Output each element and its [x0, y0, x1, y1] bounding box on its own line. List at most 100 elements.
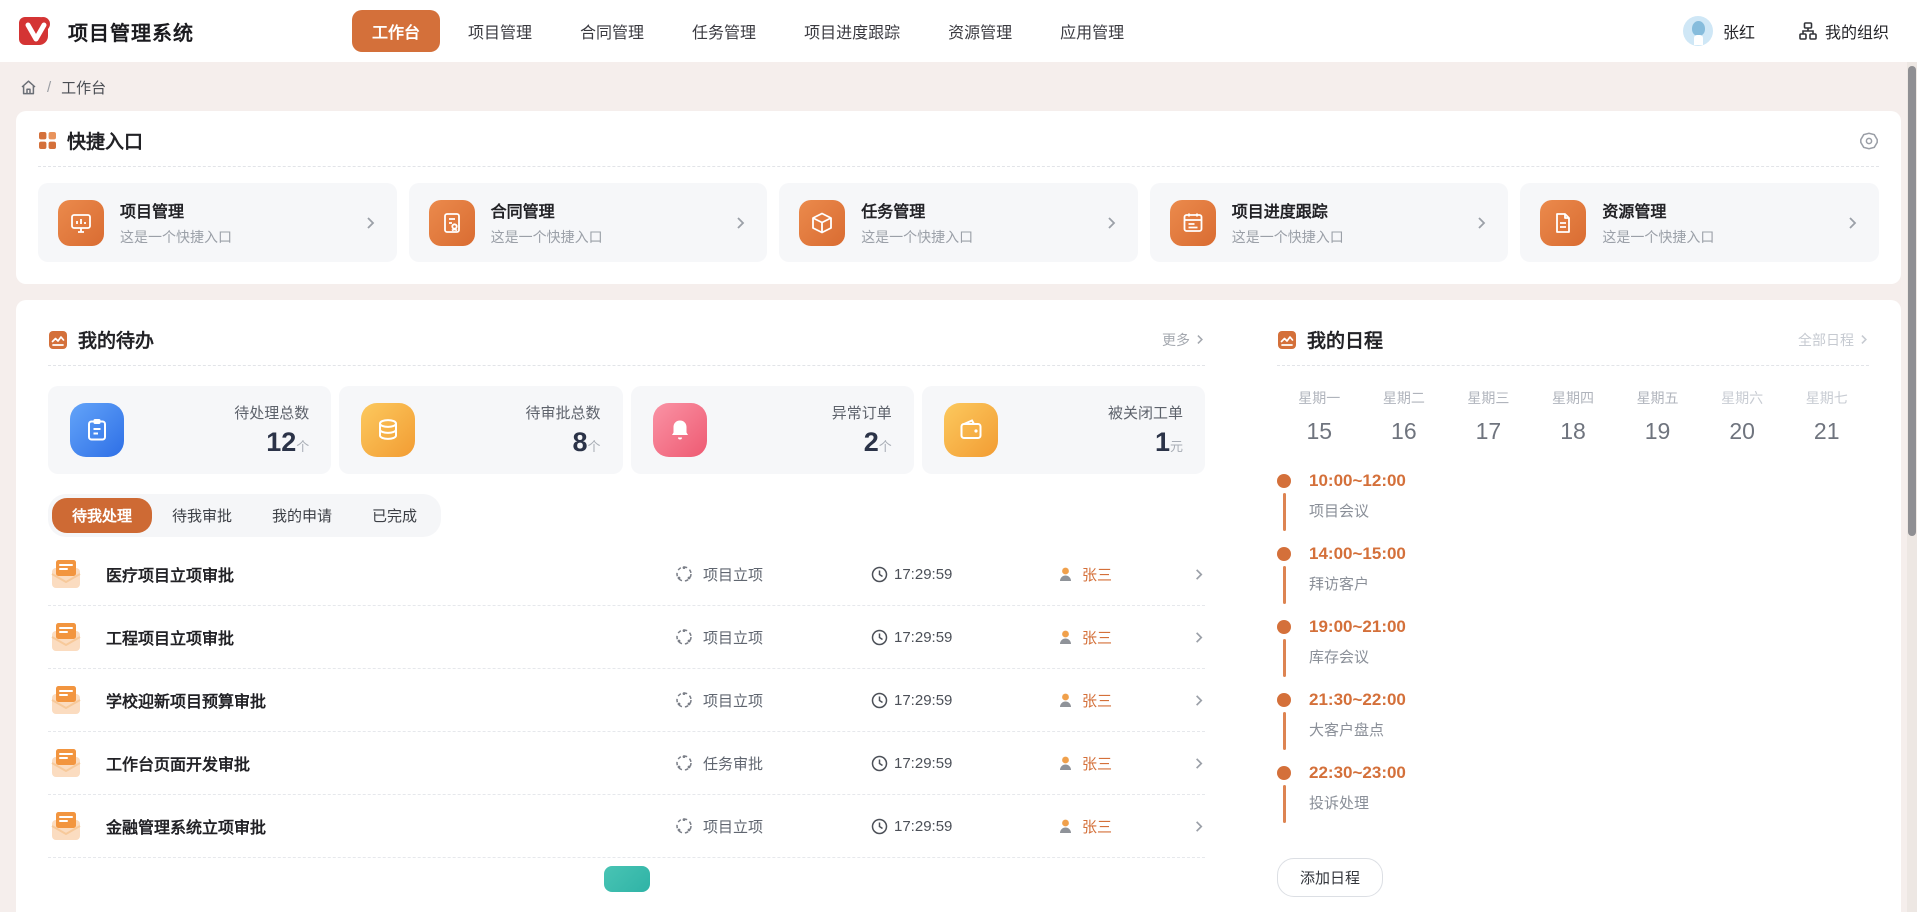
quick-entry-resource[interactable]: 资源管理 这是一个快捷入口	[1520, 183, 1879, 262]
todo-section-icon	[48, 330, 68, 350]
tab-completed[interactable]: 已完成	[352, 498, 437, 533]
todo-item-assignee[interactable]: 张三	[1082, 690, 1112, 711]
todo-tabs: 待我处理 待我审批 我的申请 已完成	[48, 494, 442, 537]
stat-abnormal-orders[interactable]: 异常订单 2个	[630, 386, 914, 474]
week-col[interactable]: 星期四 18	[1531, 388, 1616, 445]
week-col[interactable]: 星期一 15	[1277, 388, 1362, 445]
todo-item-time: 17:29:59	[894, 754, 953, 772]
schedule-events: 10:00~12:00 项目会议 14:00~15:00 拜访客户 19:00~…	[1277, 471, 1869, 823]
monitor-chart-icon	[58, 199, 104, 246]
schedule-event[interactable]: 22:30~23:00 投诉处理	[1277, 763, 1869, 823]
todo-item-time: 17:29:59	[894, 691, 953, 709]
vertical-scrollbar[interactable]	[1907, 62, 1917, 912]
week-col[interactable]: 星期五 19	[1615, 388, 1700, 445]
quick-entry-progress[interactable]: 项目进度跟踪 这是一个快捷入口	[1149, 183, 1509, 262]
chevron-right-icon[interactable]	[1175, 568, 1205, 581]
todo-item-time: 17:29:59	[894, 817, 953, 835]
nav-item-project[interactable]: 项目管理	[448, 10, 552, 52]
todo-row[interactable]: 医疗项目立项审批 项目立项 17:29:59 张三	[48, 543, 1205, 606]
clipboard-icon	[70, 403, 124, 457]
todo-item-title: 工程项目立项审批	[106, 631, 235, 648]
event-name: 大客户盘点	[1309, 722, 1385, 739]
todo-item-category: 项目立项	[703, 818, 764, 836]
quick-entry-contract[interactable]: 合同管理 这是一个快捷入口	[408, 183, 768, 262]
todo-row[interactable]: 工程项目立项审批 项目立项 17:29:59 张三	[48, 606, 1205, 669]
chevron-right-icon[interactable]	[1175, 757, 1205, 770]
chevron-right-icon	[363, 216, 377, 230]
todo-item-category: 项目立项	[703, 692, 764, 710]
event-dot	[1277, 474, 1291, 488]
all-schedule-link[interactable]: 全部日程	[1798, 330, 1869, 350]
pagination-button[interactable]	[603, 866, 650, 892]
scrollbar-thumb[interactable]	[1908, 66, 1916, 536]
schedule-event[interactable]: 19:00~21:00 库存会议	[1277, 617, 1869, 677]
todo-item-assignee[interactable]: 张三	[1082, 564, 1112, 585]
week-col[interactable]: 星期七 21	[1784, 388, 1869, 445]
chevron-right-icon[interactable]	[1175, 694, 1205, 707]
breadcrumb-separator: /	[47, 79, 52, 96]
todo-row[interactable]: 工作台页面开发审批 任务审批 17:29:59 张三	[48, 732, 1205, 795]
quick-item-subtitle: 这是一个快捷入口	[1602, 229, 1715, 245]
category-icon	[675, 565, 693, 583]
tab-my-applications[interactable]: 我的申请	[252, 498, 352, 533]
my-schedule-section: 我的日程 全部日程 星期一 15 星期二 16 星期三 17 星期四 18 星期五 19 …	[1277, 326, 1869, 912]
event-rail-line	[1282, 639, 1286, 677]
main-nav: 工作台 项目管理 合同管理 任务管理 项目进度跟踪 资源管理 应用管理	[352, 10, 1144, 52]
document-icon	[1540, 199, 1587, 246]
stat-value: 8个	[572, 427, 601, 457]
nav-item-task[interactable]: 任务管理	[672, 10, 776, 52]
quick-entry-settings-button[interactable]	[1859, 131, 1879, 151]
nav-item-contract[interactable]: 合同管理	[560, 10, 664, 52]
quick-item-title: 项目管理	[120, 204, 185, 221]
todo-item-assignee[interactable]: 张三	[1082, 753, 1112, 774]
event-dot	[1277, 693, 1291, 707]
tab-awaiting-my-approval[interactable]: 待我审批	[152, 498, 252, 533]
week-col[interactable]: 星期六 20	[1700, 388, 1785, 445]
bell-icon	[652, 403, 707, 457]
nav-item-progress[interactable]: 项目进度跟踪	[784, 10, 920, 52]
wallet-icon	[943, 403, 998, 457]
schedule-event[interactable]: 21:30~22:00 大客户盘点	[1277, 690, 1869, 750]
clock-icon	[871, 818, 888, 835]
quick-entry-card: 快捷入口 项目管理 这是一个快捷入口 合同管理 这是一个快捷入口 任务管理 这是…	[16, 111, 1901, 284]
event-rail-line	[1282, 493, 1286, 531]
schedule-event[interactable]: 10:00~12:00 项目会议	[1277, 471, 1869, 531]
quick-entry-project[interactable]: 项目管理 这是一个快捷入口	[38, 183, 397, 262]
event-time: 14:00~15:00	[1309, 544, 1406, 563]
chevron-right-icon[interactable]	[1175, 820, 1205, 833]
event-dot	[1277, 620, 1291, 634]
add-schedule-button[interactable]: 添加日程	[1277, 858, 1384, 897]
home-icon[interactable]	[20, 79, 37, 96]
todo-more-link[interactable]: 更多	[1162, 330, 1205, 350]
todo-row[interactable]: 金融管理系统立项审批 项目立项 17:29:59 张三	[48, 795, 1205, 858]
todo-list: 医疗项目立项审批 项目立项 17:29:59 张三 工程项目立项审批 项目立项 …	[48, 543, 1205, 858]
tab-pending-mine[interactable]: 待我处理	[52, 498, 153, 533]
week-col[interactable]: 星期二 16	[1362, 388, 1447, 445]
divider	[38, 166, 1879, 167]
clock-icon	[871, 566, 888, 583]
user-name: 张红	[1722, 25, 1755, 42]
nav-item-application[interactable]: 应用管理	[1040, 10, 1144, 52]
chevron-right-icon[interactable]	[1175, 631, 1205, 644]
quick-entry-task[interactable]: 任务管理 这是一个快捷入口	[779, 183, 1138, 262]
person-icon	[1057, 818, 1074, 835]
todo-item-category: 项目立项	[703, 566, 764, 584]
event-name: 项目会议	[1309, 503, 1370, 520]
my-org-button[interactable]: 我的组织	[1799, 19, 1889, 43]
nav-item-resource[interactable]: 资源管理	[928, 10, 1032, 52]
nav-item-workbench[interactable]: 工作台	[352, 10, 441, 52]
stat-approval-total[interactable]: 待审批总数 8个	[339, 386, 623, 474]
todo-item-assignee[interactable]: 张三	[1082, 627, 1112, 648]
event-name: 拜访客户	[1309, 576, 1370, 593]
user-menu[interactable]: 张红	[1682, 16, 1755, 46]
stat-pending-total[interactable]: 待处理总数 12个	[48, 386, 332, 474]
person-icon	[1057, 755, 1074, 772]
divider	[1277, 365, 1869, 366]
stat-closed-tickets[interactable]: 被关闭工单 1元	[921, 386, 1205, 474]
clock-icon	[871, 755, 888, 772]
todo-item-assignee[interactable]: 张三	[1082, 816, 1112, 837]
week-col[interactable]: 星期三 17	[1446, 388, 1531, 445]
schedule-event[interactable]: 14:00~15:00 拜访客户	[1277, 544, 1869, 604]
todo-row[interactable]: 学校迎新项目预算审批 项目立项 17:29:59 张三	[48, 669, 1205, 732]
event-time: 10:00~12:00	[1309, 471, 1406, 490]
